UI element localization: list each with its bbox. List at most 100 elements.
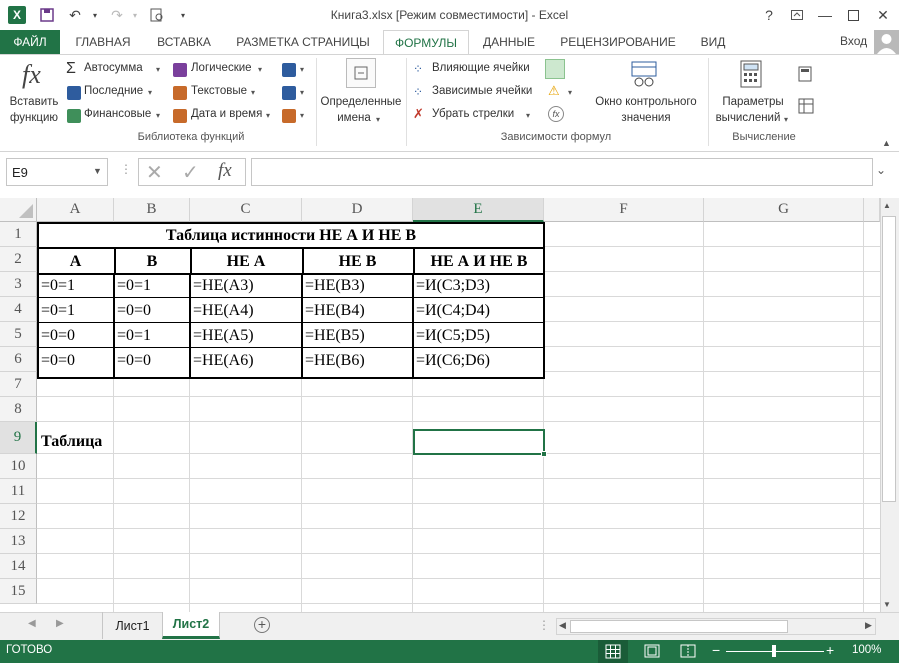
table-cell[interactable]: =0=0	[114, 348, 189, 373]
minimize-icon[interactable]: —	[812, 4, 838, 26]
show-formulas-icon[interactable]	[545, 59, 565, 79]
table-cell[interactable]: =НЕ(A4)	[190, 298, 301, 323]
horizontal-scroll-thumb[interactable]	[570, 620, 788, 633]
row-header[interactable]: 15	[0, 579, 37, 604]
calculate-sheet-icon[interactable]	[798, 98, 814, 114]
math-icon[interactable]	[282, 85, 296, 100]
prev-sheet-icon[interactable]: ◀	[28, 618, 36, 629]
expand-formula-bar-icon[interactable]: ⌄	[876, 163, 886, 177]
more-functions-icon[interactable]	[282, 108, 296, 123]
row-header[interactable]: 13	[0, 529, 37, 554]
table-cell[interactable]: =И(C6;D6)	[413, 348, 543, 373]
maximize-icon[interactable]	[840, 4, 866, 26]
next-sheet-icon[interactable]: ▶	[56, 618, 64, 629]
cancel-icon[interactable]: ✕	[146, 160, 163, 185]
help-button[interactable]: ?	[756, 4, 782, 26]
table-header-result[interactable]: НЕ А И НЕ В	[413, 249, 545, 274]
tab-split-handle-icon[interactable]: ⋮	[538, 618, 550, 632]
scroll-left-icon[interactable]: ◀	[559, 620, 566, 631]
tab-review[interactable]: РЕЦЕНЗИРОВАНИЕ	[552, 30, 684, 54]
normal-view-icon[interactable]	[598, 640, 628, 663]
row-header[interactable]: 14	[0, 554, 37, 579]
row-header[interactable]: 5	[0, 322, 37, 347]
table-cell[interactable]: =0=0	[38, 323, 113, 348]
datetime-button[interactable]: Дата и время	[191, 108, 262, 120]
table-cell[interactable]: =НЕ(B6)	[302, 348, 412, 373]
scroll-right-icon[interactable]: ▶	[865, 620, 872, 631]
enter-icon[interactable]: ✓	[182, 160, 199, 185]
active-cell-e9[interactable]	[413, 429, 545, 455]
table-cell[interactable]: =0=1	[38, 298, 113, 323]
zoom-level[interactable]: 100%	[852, 644, 881, 656]
tab-home[interactable]: ГЛАВНАЯ	[66, 30, 140, 54]
table-cell[interactable]: =НЕ(A3)	[190, 273, 301, 298]
error-checking-dropdown-icon[interactable]: ▾	[568, 88, 572, 97]
table-cell[interactable]: =НЕ(A6)	[190, 348, 301, 373]
truth-table-title[interactable]: Таблица истинности НЕ А И НЕ В	[37, 223, 545, 248]
page-layout-view-icon[interactable]	[644, 644, 660, 661]
row-header[interactable]: 12	[0, 504, 37, 529]
remove-arrows-dropdown-icon[interactable]: ▾	[526, 111, 530, 120]
table-header-not-b[interactable]: НЕ В	[302, 249, 413, 274]
column-header-g[interactable]: G	[704, 198, 864, 222]
row-header[interactable]: 6	[0, 347, 37, 372]
logical-dropdown-icon[interactable]: ▾	[258, 65, 262, 74]
logical-button[interactable]: Логические	[191, 62, 252, 74]
table-cell[interactable]: =И(C5;D5)	[413, 323, 543, 348]
scroll-up-icon[interactable]: ▲	[883, 201, 891, 210]
autosum-button[interactable]: Автосумма	[84, 62, 143, 74]
table-header-b[interactable]: В	[114, 249, 190, 274]
ribbon-display-options-icon[interactable]	[784, 4, 810, 26]
zoom-out-icon[interactable]: −	[712, 642, 720, 658]
tab-formulas[interactable]: ФОРМУЛЫ	[383, 30, 469, 54]
formula-bar-grip-icon[interactable]: ⋮	[120, 162, 132, 176]
row-header[interactable]: 4	[0, 297, 37, 322]
scroll-down-icon[interactable]: ▼	[883, 600, 891, 609]
insert-function-fx-icon[interactable]: fx	[218, 160, 232, 182]
tab-page-layout[interactable]: РАЗМЕТКА СТРАНИЦЫ	[228, 30, 378, 54]
text-dropdown-icon[interactable]: ▾	[251, 88, 255, 97]
autosum-dropdown-icon[interactable]: ▾	[156, 65, 160, 74]
remove-arrows-button[interactable]: Убрать стрелки	[432, 108, 514, 120]
defined-names-label[interactable]: Определенные	[318, 96, 404, 108]
column-header-b[interactable]: B	[114, 198, 190, 222]
insert-function-label[interactable]: Вставить	[8, 96, 60, 108]
sheet-tab-1[interactable]: Лист1	[102, 612, 162, 639]
formula-input[interactable]	[251, 158, 873, 186]
watch-window-icon[interactable]	[630, 60, 660, 90]
avatar[interactable]	[874, 30, 899, 54]
calculate-now-icon[interactable]	[798, 66, 812, 82]
math-dropdown-icon[interactable]: ▾	[300, 88, 304, 97]
calculation-options-dropdown-icon[interactable]: ▾	[784, 115, 788, 124]
lookup-icon[interactable]	[282, 62, 296, 77]
fill-handle[interactable]	[541, 451, 547, 457]
sheet-tab-2[interactable]: Лист2	[162, 612, 220, 639]
column-header-e[interactable]: E	[413, 198, 544, 222]
table-cell[interactable]: =И(C4;D4)	[413, 298, 543, 323]
watch-window-label-2[interactable]: значения	[588, 112, 704, 124]
table-header-not-a[interactable]: НЕ А	[190, 249, 302, 274]
table-cell[interactable]: =0=1	[114, 323, 189, 348]
row-header[interactable]: 2	[0, 247, 37, 272]
column-header-f[interactable]: F	[544, 198, 704, 222]
lookup-dropdown-icon[interactable]: ▾	[300, 65, 304, 74]
calculation-options-icon[interactable]	[738, 60, 764, 90]
calculation-options-label-2[interactable]: вычислений	[712, 112, 784, 124]
insert-function-label-2[interactable]: функцию	[6, 112, 62, 124]
sign-in-link[interactable]: Вход	[840, 34, 867, 48]
table-cell[interactable]: =0=0	[38, 348, 113, 373]
more-functions-dropdown-icon[interactable]: ▾	[300, 111, 304, 120]
row-header[interactable]: 8	[0, 397, 37, 422]
evaluate-formula-icon[interactable]: fx	[548, 106, 564, 122]
datetime-dropdown-icon[interactable]: ▾	[266, 111, 270, 120]
tab-insert[interactable]: ВСТАВКА	[146, 30, 222, 54]
trace-dependents-button[interactable]: Зависимые ячейки	[432, 85, 532, 97]
insert-function-icon[interactable]: fx	[22, 60, 41, 90]
name-box-dropdown-icon[interactable]: ▼	[93, 166, 102, 176]
defined-names-dropdown-icon[interactable]: ▾	[376, 115, 380, 124]
new-sheet-icon[interactable]: +	[254, 617, 270, 633]
text-button[interactable]: Текстовые	[191, 85, 247, 97]
zoom-slider-thumb[interactable]	[772, 645, 776, 657]
column-header-d[interactable]: D	[302, 198, 413, 222]
vertical-scroll-thumb[interactable]	[882, 216, 896, 502]
